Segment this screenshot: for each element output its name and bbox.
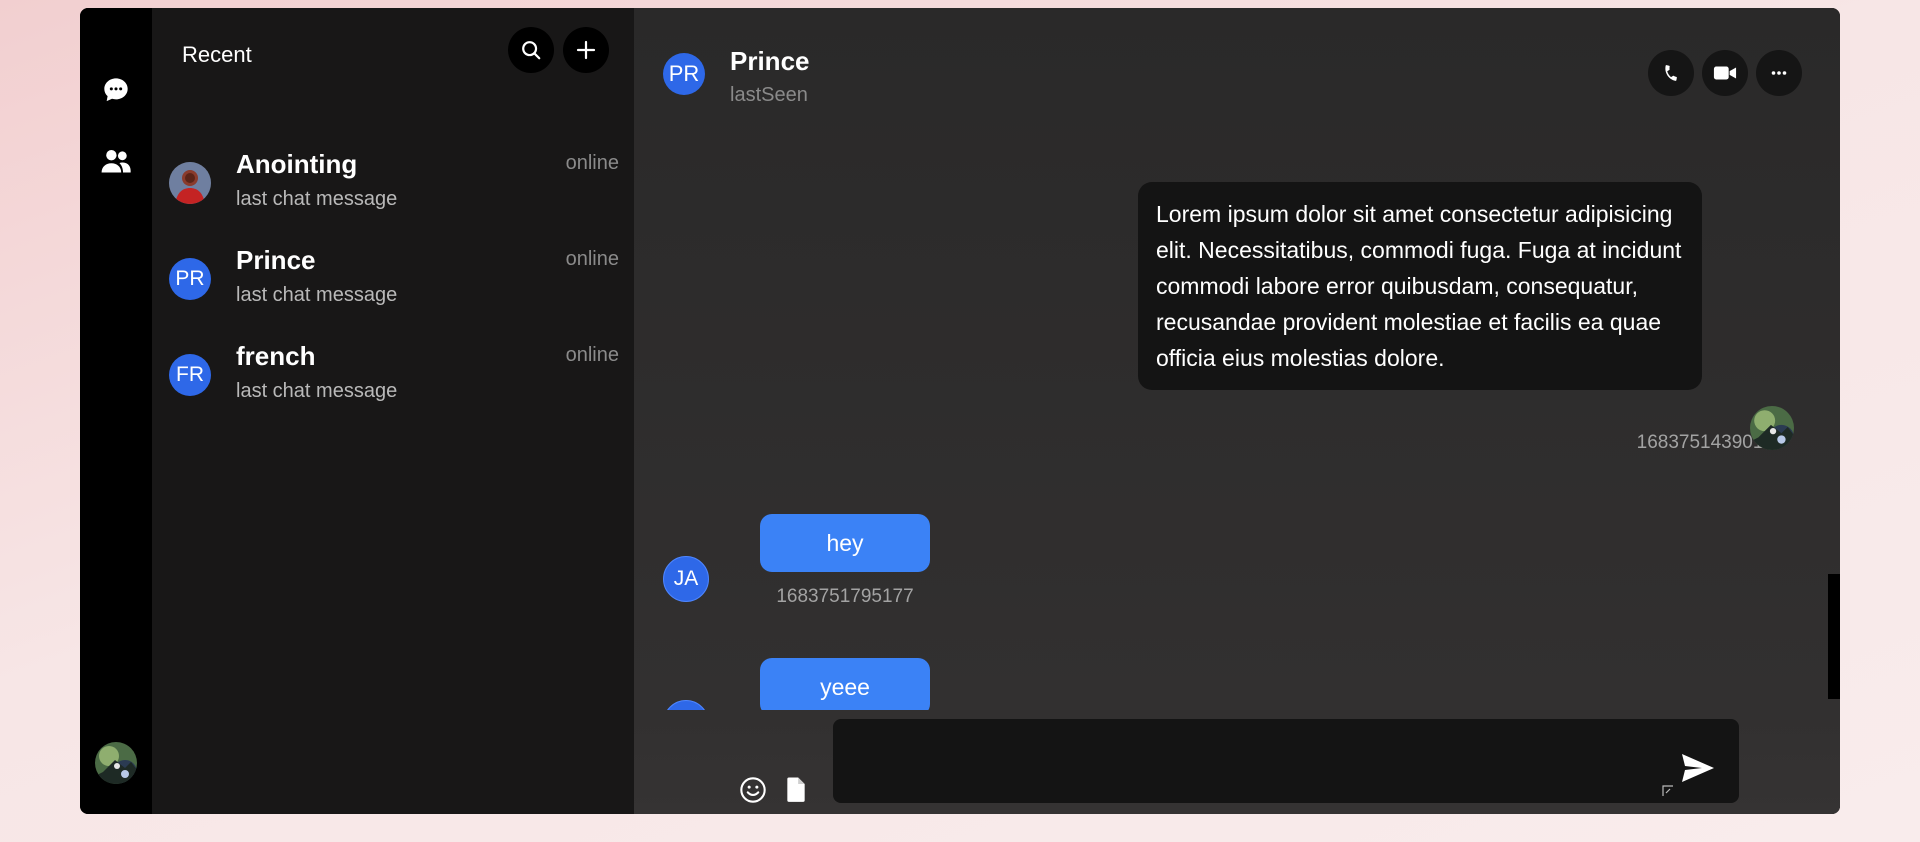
sender-avatar [1750, 406, 1794, 450]
messages-scrollbar[interactable] [1828, 574, 1840, 699]
video-camera-icon [1713, 66, 1737, 80]
contact-avatar [169, 162, 211, 204]
video-call-button[interactable] [1702, 50, 1748, 96]
chat-header-last-seen: lastSeen [730, 84, 808, 106]
message-bubble: Lorem ipsum dolor sit amet consectetur a… [1138, 182, 1702, 390]
emoji-icon [740, 777, 766, 803]
contacts-nav-button[interactable] [99, 144, 133, 178]
search-icon [522, 41, 541, 60]
nav-rail [80, 8, 152, 814]
conversations-sidebar: Recent Anointing last chat message onlin… [152, 8, 634, 814]
chat-panel: PR Prince lastSeen Lorem ipsum dolor sit… [634, 8, 1840, 814]
new-chat-button[interactable] [563, 27, 609, 73]
message-bubble: hey [760, 514, 930, 572]
chat-list-item[interactable]: FR french last chat message online [152, 336, 634, 426]
profile-avatar[interactable] [95, 742, 137, 784]
message-timestamp: 1683751439013 [1636, 432, 1774, 453]
contact-avatar: FR [169, 354, 211, 396]
plus-icon [576, 40, 596, 60]
online-status: online [565, 248, 619, 270]
chat-list-item[interactable]: Anointing last chat message online [152, 144, 634, 234]
chats-nav-button[interactable] [99, 73, 133, 107]
resize-icon [1662, 785, 1673, 796]
last-message-preview: last chat message [236, 380, 398, 402]
resize-handle[interactable] [1662, 785, 1674, 797]
message-input[interactable] [833, 719, 1739, 803]
contact-name: french [236, 341, 316, 371]
voice-call-button[interactable] [1648, 50, 1694, 96]
contact-photo [169, 162, 211, 204]
contact-name: Prince [236, 245, 316, 275]
last-message-preview: last chat message [236, 188, 398, 210]
users-icon [101, 150, 131, 173]
sender-avatar: JA [663, 556, 709, 602]
chat-bubble-icon [104, 78, 128, 102]
more-horizontal-icon [1771, 71, 1787, 75]
last-message-preview: last chat message [236, 284, 398, 306]
chat-app-window: Recent Anointing last chat message onlin… [80, 8, 1840, 814]
contact-avatar: PR [169, 258, 211, 300]
chat-header-avatar[interactable]: PR [663, 53, 705, 95]
search-button[interactable] [508, 27, 554, 73]
emoji-button[interactable] [739, 776, 767, 804]
send-button[interactable] [1678, 750, 1718, 786]
online-status: online [565, 152, 619, 174]
chat-list-item[interactable]: PR Prince last chat message online [152, 240, 634, 330]
attach-file-button[interactable] [784, 776, 808, 804]
message-bubble: yeee [760, 658, 930, 716]
message-timestamp: 1683751795177 [776, 586, 914, 607]
contact-name: Anointing [236, 149, 358, 179]
online-status: online [565, 344, 619, 366]
profile-photo [95, 742, 137, 784]
sender-photo [1750, 406, 1794, 450]
sidebar-title: Recent [182, 42, 252, 67]
send-icon [1682, 754, 1714, 782]
phone-icon [1665, 65, 1677, 81]
file-icon [787, 777, 805, 802]
chat-header-name: Prince [730, 46, 810, 76]
more-options-button[interactable] [1756, 50, 1802, 96]
